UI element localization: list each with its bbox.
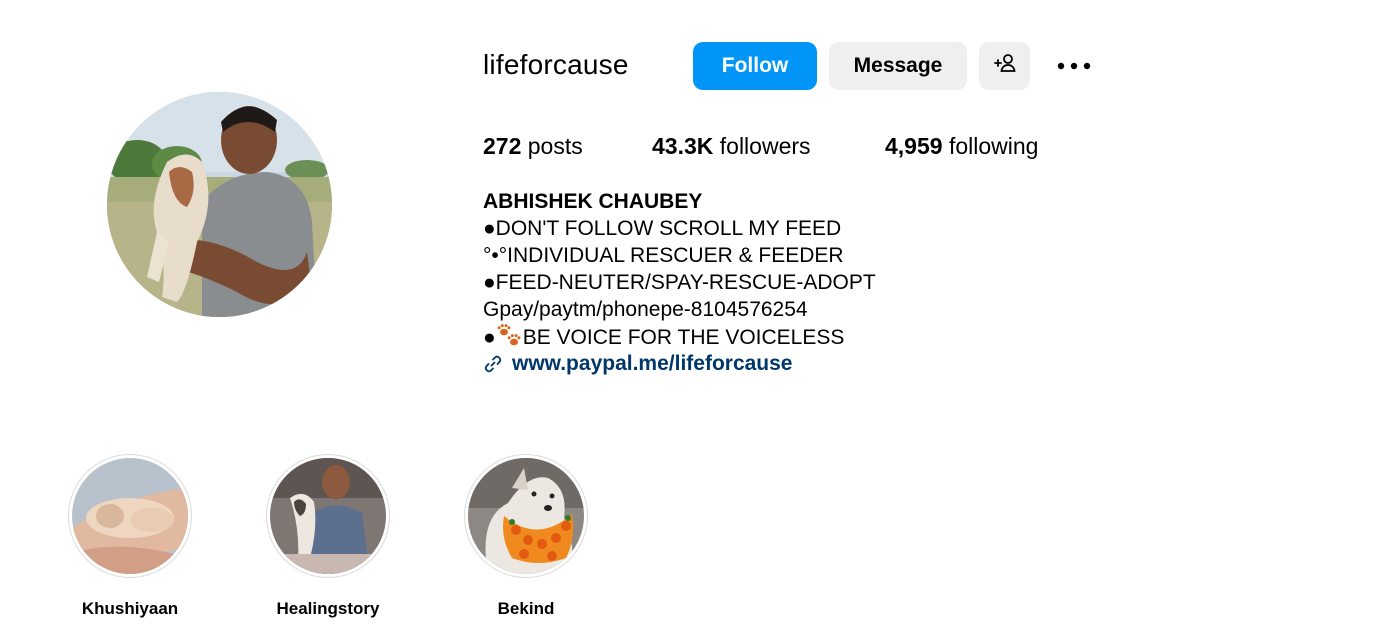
followers-stat[interactable]: 43.3K followers [652, 130, 811, 162]
bio-line-5-text: BE VOICE FOR THE VOICELESS [522, 326, 845, 349]
avatar-photo [107, 92, 332, 317]
profile-bio: ABHISHEK CHAUBEY ●DON'T FOLLOW SCROLL MY… [483, 188, 876, 377]
profile-username: lifeforcause [483, 49, 629, 80]
posts-stat: 272 posts [483, 130, 583, 162]
following-stat[interactable]: 4,959 following [885, 130, 1038, 162]
profile-page: lifeforcause Follow Message 272 posts 43… [0, 0, 1379, 643]
bio-full-name: ABHISHEK CHAUBEY [483, 190, 703, 213]
more-options-icon [1057, 57, 1091, 75]
highlight-cover [270, 458, 386, 574]
link-icon [483, 354, 503, 374]
follow-button[interactable]: Follow [693, 42, 817, 90]
highlight-ring [266, 454, 390, 578]
bio-bullet: ● [483, 326, 496, 349]
profile-avatar[interactable] [107, 92, 332, 317]
followers-label: followers [719, 133, 811, 159]
bio-line-3: ●FEED-NEUTER/SPAY-RESCUE-ADOPT [483, 271, 876, 294]
highlight-bekind[interactable]: Bekind [464, 454, 588, 618]
followers-count: 43.3K [652, 133, 714, 159]
posts-label: posts [527, 133, 583, 159]
highlight-healingstory[interactable]: Healingstory [266, 454, 390, 618]
suggest-similar-button[interactable] [979, 42, 1030, 90]
highlight-label: Healingstory [276, 599, 380, 618]
bio-line-4: Gpay/paytm/phonepe-8104576254 [483, 298, 808, 321]
bio-line-1: ●DON'T FOLLOW SCROLL MY FEED [483, 217, 842, 240]
highlight-ring [68, 454, 192, 578]
bio-link-row: www.paypal.me/lifeforcause [483, 350, 876, 377]
highlight-khushiyaan[interactable]: Khushiyaan [68, 454, 192, 618]
highlight-ring [464, 454, 588, 578]
more-options-button[interactable] [1052, 50, 1096, 82]
add-person-icon [993, 51, 1017, 81]
highlight-cover [72, 458, 188, 574]
bio-external-link[interactable]: www.paypal.me/lifeforcause [512, 350, 793, 377]
posts-count: 272 [483, 133, 522, 159]
message-button[interactable]: Message [829, 42, 967, 90]
following-label: following [948, 133, 1039, 159]
bio-line-2: °•°INDIVIDUAL RESCUER & FEEDER [483, 244, 844, 267]
bio-line-5: ● BE VOICE FOR THE VOICELESS [483, 323, 876, 350]
highlight-label: Khushiyaan [81, 599, 179, 618]
following-count: 4,959 [885, 133, 943, 159]
highlight-label: Bekind [497, 599, 555, 618]
highlight-cover [468, 458, 584, 574]
